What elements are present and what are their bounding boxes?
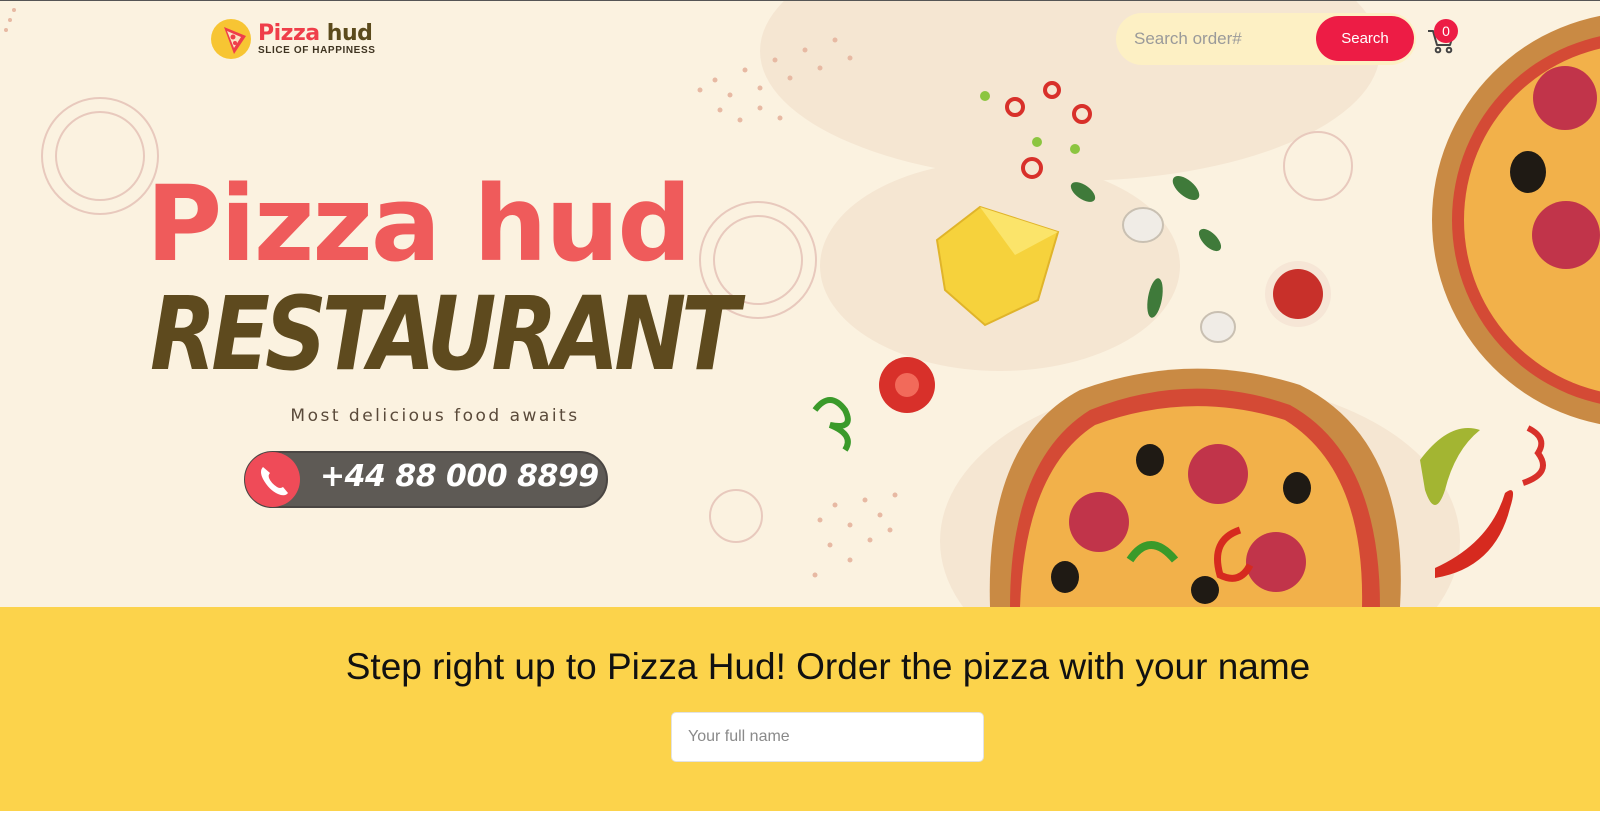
phone-icon <box>245 452 300 507</box>
phone-number[interactable]: +44 88 000 8899 <box>320 459 599 494</box>
hero-title: Pizza hud <box>146 163 692 285</box>
cart-count-badge: 0 <box>1434 19 1458 43</box>
sketch-pizza <box>41 97 159 215</box>
sketch-pepper <box>1283 131 1353 201</box>
logo-name-secondary: hud <box>326 20 373 46</box>
search-order-input[interactable] <box>1134 13 1304 65</box>
order-section <box>0 607 1600 811</box>
mushroom <box>1122 207 1164 243</box>
logo[interactable]: Pizza hud SLICE OF HAPPINESS <box>210 18 376 60</box>
sketch-pepper <box>709 489 763 543</box>
pizza-slice-logo-icon <box>210 18 252 60</box>
full-name-input[interactable] <box>671 712 984 762</box>
pizza-top-right <box>1432 15 1600 425</box>
logo-name: Pizza hud <box>258 20 376 46</box>
hero-tagline: Most delicious food awaits <box>290 406 580 426</box>
logo-tagline: SLICE OF HAPPINESS <box>258 44 376 56</box>
cheese-cube <box>935 205 1060 327</box>
logo-name-primary: Pizza <box>258 20 320 46</box>
green-pepper <box>812 397 851 452</box>
chili-pepper <box>1435 490 1514 578</box>
hero-subtitle: RESTAURANT <box>150 275 740 394</box>
mushroom <box>1200 311 1236 343</box>
pizza-bottom <box>989 368 1401 607</box>
search-button[interactable]: Search <box>1316 16 1414 61</box>
green-chili <box>1420 428 1480 505</box>
order-heading: Step right up to Pizza Hud! Order the pi… <box>345 646 1311 687</box>
